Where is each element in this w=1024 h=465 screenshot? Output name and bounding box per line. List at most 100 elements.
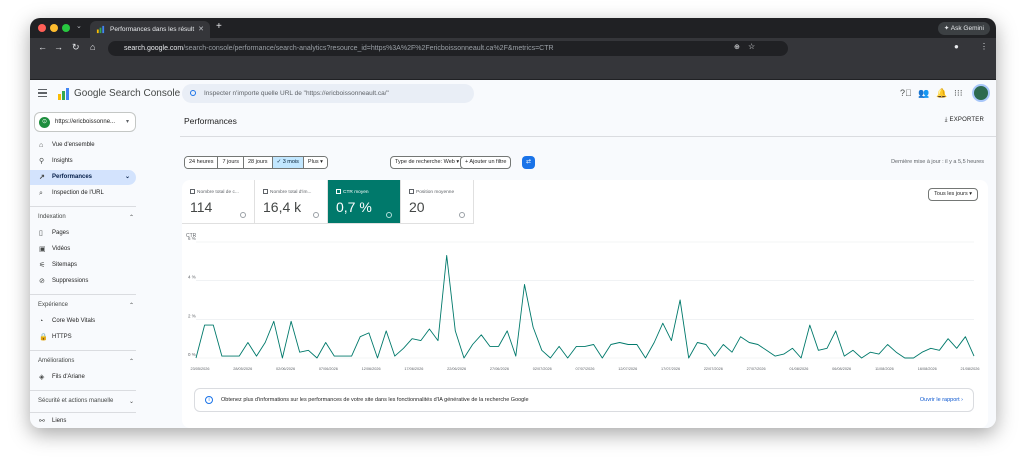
data-point [429, 328, 430, 329]
hamburger-menu-icon[interactable] [38, 89, 47, 97]
data-point [584, 346, 585, 347]
metric-value: 20 [409, 199, 425, 215]
x-tick-label: 22/07/2026 [704, 367, 723, 371]
data-point [948, 338, 949, 339]
divider [180, 136, 996, 137]
url-inspection-search[interactable]: Inspecter n'importe quelle URL de "https… [182, 84, 474, 103]
data-point [334, 356, 335, 357]
browser-menu-icon[interactable]: ⋮ [980, 42, 988, 51]
open-report-link[interactable]: Ouvrir le rapport › [920, 389, 963, 411]
sidebar-item-videos[interactable]: ▣ Vidéos [30, 242, 136, 257]
filter-more[interactable]: Plus ▾ [303, 157, 327, 168]
notifications-icon[interactable]: 🔔 [936, 88, 947, 99]
x-tick-label: 17/06/2026 [404, 367, 423, 371]
section-security-header[interactable]: Sécurité et actions manuelle ⌄ [38, 398, 134, 405]
home-icon[interactable]: ⌂ [90, 42, 95, 52]
sitemap-icon: ⚟ [39, 262, 46, 269]
export-button[interactable]: ⤓ EXPORTER [945, 117, 984, 124]
metric-average-ctr[interactable]: CTR moyen 0,7 % [328, 180, 401, 224]
maximize-window-button[interactable] [62, 24, 70, 32]
metric-value: 16,4 k [263, 199, 302, 215]
property-selector[interactable]: ⊙ https://ericboissonne... ▾ [34, 112, 136, 132]
zoom-icon[interactable]: ⊕ [734, 43, 740, 51]
help-icon[interactable] [459, 212, 465, 218]
sidebar-item-performance[interactable]: ↗ Performances ⌄ [30, 170, 136, 185]
data-point [714, 356, 715, 357]
sidebar-item-label: Vidéos [52, 246, 71, 252]
help-icon[interactable] [240, 212, 246, 218]
filter-7d[interactable]: 7 jours [218, 157, 244, 168]
minimize-window-button[interactable] [50, 24, 58, 32]
data-point [662, 323, 663, 324]
data-point [973, 356, 974, 357]
data-point [351, 356, 352, 357]
ask-gemini-button[interactable]: ✦ Ask Gemini [937, 22, 990, 35]
sidebar-item-https[interactable]: 🔒 HTTPS [30, 330, 136, 345]
data-point [472, 344, 473, 345]
close-tab-icon[interactable]: ✕ [198, 21, 204, 38]
data-point [697, 342, 698, 343]
url-host: search.google.com [124, 45, 184, 52]
reload-icon[interactable]: ↻ [72, 42, 80, 53]
bookmark-star-icon[interactable]: ☆ [748, 42, 755, 51]
x-tick-label: 22/06/2026 [447, 367, 466, 371]
x-tick-label: 28/05/2026 [233, 367, 252, 371]
x-tick-label: 02/06/2026 [276, 367, 295, 371]
last-update-text: Dernière mise à jour : il y a 5,5 heures [891, 159, 984, 165]
help-icon[interactable] [313, 212, 319, 218]
apps-grid-icon[interactable]: ⁝⁝⁝ [954, 88, 963, 99]
ctr-series-line [195, 255, 975, 359]
sidebar-item-label: Suppressions [52, 278, 89, 284]
chevron-down-icon: ▾ [125, 119, 129, 125]
data-point [913, 357, 914, 358]
filter-3m[interactable]: ✓ 3 mois [272, 157, 304, 168]
data-point [930, 348, 931, 349]
sidebar-item-pages[interactable]: ▯ Pages [30, 226, 136, 241]
metric-total-clicks[interactable]: Nombre total de c... 114 [182, 180, 255, 224]
tab-search-icon[interactable]: ⌄ [76, 22, 82, 30]
browser-window: ⌄ Performances dans les résult ✕ + ✦ Ask… [30, 18, 996, 428]
x-tick-label: 23/05/2026 [190, 367, 209, 371]
sidebar-item-sitemaps[interactable]: ⚟ Sitemaps [30, 258, 136, 273]
data-point [688, 357, 689, 358]
url-field[interactable]: search.google.com/search-console/perform… [108, 41, 788, 56]
help-icon[interactable]: ?⃝ [900, 88, 912, 98]
search-type-filter[interactable]: Type de recherche: Web ▾ [390, 156, 465, 169]
sidebar-item-breadcrumbs[interactable]: ◈ Fils d'Ariane [30, 370, 136, 385]
filter-24h[interactable]: 24 heures [185, 157, 219, 168]
granularity-select[interactable]: Tous les jours ▾ [928, 188, 978, 201]
metric-average-position[interactable]: Position moyenne 20 [401, 180, 474, 224]
sidebar-item-url-inspection[interactable]: ⌕ Inspection de l'URL [30, 186, 136, 201]
sidebar-item-overview[interactable]: ⌂ Vue d'ensemble [30, 138, 136, 153]
active-tab[interactable]: Performances dans les résult ✕ [90, 21, 210, 38]
filter-28d[interactable]: 28 jours [243, 157, 273, 168]
close-window-button[interactable] [38, 24, 46, 32]
data-point [654, 342, 655, 343]
users-icon[interactable]: 👥 [918, 88, 929, 99]
profile-icon[interactable]: ● [954, 42, 959, 51]
sidebar-item-removals[interactable]: ⊘ Suppressions [30, 274, 136, 289]
section-experience-header[interactable]: Expérience ⌃ [38, 302, 134, 309]
sidebar-item-insights[interactable]: ⚲ Insights [30, 154, 136, 169]
section-enhancements-header[interactable]: Améliorations ⌃ [38, 358, 134, 365]
metric-total-impressions[interactable]: Nombre total d'im... 16,4 k [255, 180, 328, 224]
ai-features-banner: i Obtenez plus d'informations sur les pe… [194, 388, 974, 412]
avatar[interactable] [972, 84, 990, 102]
sidebar-item-core-web-vitals[interactable]: ◔ Core Web Vitals [30, 314, 136, 329]
section-indexing-header[interactable]: Indexation ⌃ [38, 214, 134, 221]
sidebar-item-links[interactable]: ⚯ Liens [30, 414, 136, 428]
sidebar-item-label: Pages [52, 230, 70, 236]
help-icon[interactable] [386, 212, 392, 218]
chevron-up-icon: ⌃ [128, 303, 134, 309]
data-point [507, 330, 508, 331]
x-tick-label: 16/08/2026 [918, 367, 937, 371]
new-tab-button[interactable]: + [216, 21, 222, 32]
compare-filter-icon[interactable]: ⇄ [522, 156, 535, 169]
add-filter-button[interactable]: + Ajouter un filtre [460, 156, 512, 169]
data-point [308, 350, 309, 351]
back-icon[interactable]: ← [38, 42, 47, 52]
data-point [749, 342, 750, 343]
forward-icon[interactable]: → [54, 42, 63, 52]
data-point [386, 330, 387, 331]
x-tick-label: 21/08/2026 [960, 367, 979, 371]
